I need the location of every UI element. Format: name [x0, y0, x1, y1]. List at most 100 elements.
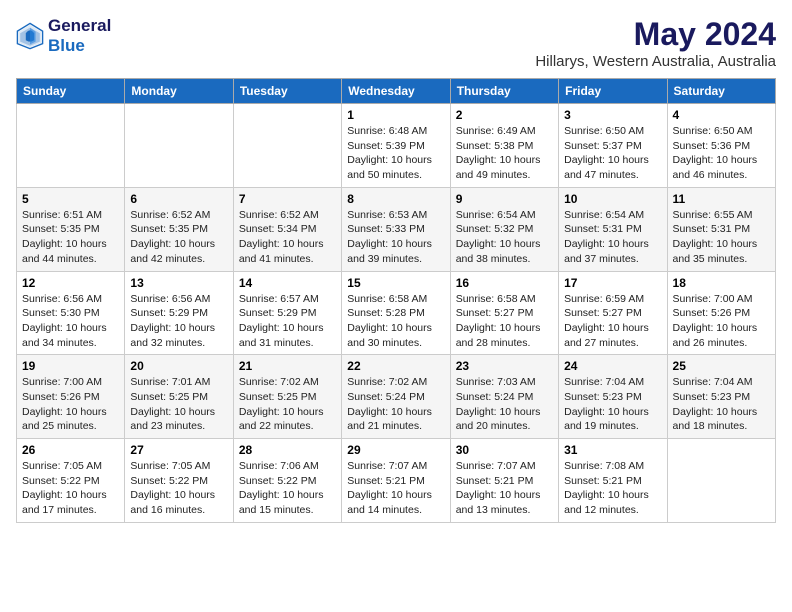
- day-info: Sunrise: 7:02 AM Sunset: 5:24 PM Dayligh…: [347, 375, 444, 434]
- calendar-cell: 23 Sunrise: 7:03 AM Sunset: 5:24 PM Dayli…: [450, 355, 558, 439]
- day-info: Sunrise: 6:55 AM Sunset: 5:31 PM Dayligh…: [673, 208, 770, 267]
- calendar-cell: 24 Sunrise: 7:04 AM Sunset: 5:23 PM Dayli…: [559, 355, 667, 439]
- title-block: May 2024 Hillarys, Western Australia, Au…: [535, 16, 776, 70]
- day-number: 25: [673, 359, 770, 373]
- day-info: Sunrise: 6:50 AM Sunset: 5:36 PM Dayligh…: [673, 124, 770, 183]
- day-number: 14: [239, 276, 336, 290]
- calendar-cell: 15 Sunrise: 6:58 AM Sunset: 5:28 PM Dayli…: [342, 271, 450, 355]
- calendar-cell: 26Sunrise: 7:05 AM Sunset: 5:22 PM Dayli…: [17, 439, 125, 523]
- calendar-cell: 29 Sunrise: 7:07 AM Sunset: 5:21 PM Dayli…: [342, 439, 450, 523]
- calendar-cell: 3Sunrise: 6:50 AM Sunset: 5:37 PM Daylig…: [559, 104, 667, 188]
- location-title: Hillarys, Western Australia, Australia: [535, 53, 776, 70]
- calendar-cell: [667, 439, 775, 523]
- weekday-header: Thursday: [450, 79, 558, 104]
- day-number: 20: [130, 359, 227, 373]
- day-number: 22: [347, 359, 444, 373]
- calendar-cell: 7Sunrise: 6:52 AM Sunset: 5:34 PM Daylig…: [233, 187, 341, 271]
- day-number: 4: [673, 108, 770, 122]
- day-info: Sunrise: 6:49 AM Sunset: 5:38 PM Dayligh…: [456, 124, 553, 183]
- calendar-cell: 20 Sunrise: 7:01 AM Sunset: 5:25 PM Dayli…: [125, 355, 233, 439]
- calendar-cell: 19 Sunrise: 7:00 AM Sunset: 5:26 PM Dayli…: [17, 355, 125, 439]
- day-number: 19: [22, 359, 119, 373]
- weekday-header: Wednesday: [342, 79, 450, 104]
- calendar-cell: 16 Sunrise: 6:58 AM Sunset: 5:27 PM Dayli…: [450, 271, 558, 355]
- weekday-header: Sunday: [17, 79, 125, 104]
- day-info: Sunrise: 6:51 AM Sunset: 5:35 PM Dayligh…: [22, 208, 119, 267]
- calendar-week-row: 12 Sunrise: 6:56 AM Sunset: 5:30 PM Dayli…: [17, 271, 776, 355]
- day-number: 15: [347, 276, 444, 290]
- day-number: 9: [456, 192, 553, 206]
- day-number: 30: [456, 443, 553, 457]
- calendar-cell: 25 Sunrise: 7:04 AM Sunset: 5:23 PM Dayli…: [667, 355, 775, 439]
- day-info: Sunrise: 6:54 AM Sunset: 5:31 PM Dayligh…: [564, 208, 661, 267]
- day-info: Sunrise: 6:48 AM Sunset: 5:39 PM Dayligh…: [347, 124, 444, 183]
- day-info: Sunrise: 6:58 AM Sunset: 5:28 PM Dayligh…: [347, 292, 444, 351]
- day-number: 21: [239, 359, 336, 373]
- calendar-cell: 9Sunrise: 6:54 AM Sunset: 5:32 PM Daylig…: [450, 187, 558, 271]
- day-number: 28: [239, 443, 336, 457]
- calendar-week-row: 26Sunrise: 7:05 AM Sunset: 5:22 PM Dayli…: [17, 439, 776, 523]
- weekday-header: Monday: [125, 79, 233, 104]
- calendar-week-row: 19 Sunrise: 7:00 AM Sunset: 5:26 PM Dayli…: [17, 355, 776, 439]
- day-number: 11: [673, 192, 770, 206]
- day-info: Sunrise: 7:00 AM Sunset: 5:26 PM Dayligh…: [673, 292, 770, 351]
- day-info: Sunrise: 7:05 AM Sunset: 5:22 PM Dayligh…: [130, 459, 227, 518]
- calendar-cell: 30 Sunrise: 7:07 AM Sunset: 5:21 PM Dayli…: [450, 439, 558, 523]
- calendar-cell: 2 Sunrise: 6:49 AM Sunset: 5:38 PM Daylig…: [450, 104, 558, 188]
- calendar-cell: 14 Sunrise: 6:57 AM Sunset: 5:29 PM Dayli…: [233, 271, 341, 355]
- day-info: Sunrise: 6:52 AM Sunset: 5:34 PM Dayligh…: [239, 208, 336, 267]
- calendar-cell: 10Sunrise: 6:54 AM Sunset: 5:31 PM Dayli…: [559, 187, 667, 271]
- day-number: 23: [456, 359, 553, 373]
- day-info: Sunrise: 7:04 AM Sunset: 5:23 PM Dayligh…: [673, 375, 770, 434]
- calendar-cell: 8Sunrise: 6:53 AM Sunset: 5:33 PM Daylig…: [342, 187, 450, 271]
- day-info: Sunrise: 7:08 AM Sunset: 5:21 PM Dayligh…: [564, 459, 661, 518]
- day-info: Sunrise: 6:56 AM Sunset: 5:29 PM Dayligh…: [130, 292, 227, 351]
- day-number: 1: [347, 108, 444, 122]
- day-number: 24: [564, 359, 661, 373]
- day-info: Sunrise: 6:52 AM Sunset: 5:35 PM Dayligh…: [130, 208, 227, 267]
- day-number: 29: [347, 443, 444, 457]
- calendar-week-row: 1 Sunrise: 6:48 AM Sunset: 5:39 PM Daylig…: [17, 104, 776, 188]
- day-info: Sunrise: 7:06 AM Sunset: 5:22 PM Dayligh…: [239, 459, 336, 518]
- day-info: Sunrise: 7:05 AM Sunset: 5:22 PM Dayligh…: [22, 459, 119, 518]
- calendar-week-row: 5 Sunrise: 6:51 AM Sunset: 5:35 PM Daylig…: [17, 187, 776, 271]
- day-info: Sunrise: 6:57 AM Sunset: 5:29 PM Dayligh…: [239, 292, 336, 351]
- day-info: Sunrise: 6:58 AM Sunset: 5:27 PM Dayligh…: [456, 292, 553, 351]
- day-number: 16: [456, 276, 553, 290]
- calendar-cell: 5 Sunrise: 6:51 AM Sunset: 5:35 PM Daylig…: [17, 187, 125, 271]
- day-number: 6: [130, 192, 227, 206]
- day-number: 27: [130, 443, 227, 457]
- weekday-header: Tuesday: [233, 79, 341, 104]
- day-number: 2: [456, 108, 553, 122]
- day-number: 5: [22, 192, 119, 206]
- day-number: 17: [564, 276, 661, 290]
- logo-text: General Blue: [48, 16, 111, 56]
- logo: General Blue: [16, 16, 111, 56]
- day-number: 12: [22, 276, 119, 290]
- weekday-header: Saturday: [667, 79, 775, 104]
- calendar-cell: 4 Sunrise: 6:50 AM Sunset: 5:36 PM Daylig…: [667, 104, 775, 188]
- calendar-cell: 22 Sunrise: 7:02 AM Sunset: 5:24 PM Dayli…: [342, 355, 450, 439]
- day-number: 18: [673, 276, 770, 290]
- page-header: General Blue May 2024 Hillarys, Western …: [16, 16, 776, 70]
- day-info: Sunrise: 6:56 AM Sunset: 5:30 PM Dayligh…: [22, 292, 119, 351]
- day-info: Sunrise: 7:03 AM Sunset: 5:24 PM Dayligh…: [456, 375, 553, 434]
- calendar-cell: 13Sunrise: 6:56 AM Sunset: 5:29 PM Dayli…: [125, 271, 233, 355]
- calendar-header-row: SundayMondayTuesdayWednesdayThursdayFrid…: [17, 79, 776, 104]
- calendar-cell: 1 Sunrise: 6:48 AM Sunset: 5:39 PM Daylig…: [342, 104, 450, 188]
- logo-icon: [16, 22, 44, 50]
- day-number: 8: [347, 192, 444, 206]
- day-info: Sunrise: 7:07 AM Sunset: 5:21 PM Dayligh…: [347, 459, 444, 518]
- day-info: Sunrise: 7:04 AM Sunset: 5:23 PM Dayligh…: [564, 375, 661, 434]
- day-info: Sunrise: 7:01 AM Sunset: 5:25 PM Dayligh…: [130, 375, 227, 434]
- day-info: Sunrise: 7:07 AM Sunset: 5:21 PM Dayligh…: [456, 459, 553, 518]
- day-info: Sunrise: 7:00 AM Sunset: 5:26 PM Dayligh…: [22, 375, 119, 434]
- day-info: Sunrise: 6:59 AM Sunset: 5:27 PM Dayligh…: [564, 292, 661, 351]
- calendar-cell: [233, 104, 341, 188]
- day-number: 31: [564, 443, 661, 457]
- day-number: 3: [564, 108, 661, 122]
- calendar-cell: [125, 104, 233, 188]
- calendar-cell: 18 Sunrise: 7:00 AM Sunset: 5:26 PM Dayli…: [667, 271, 775, 355]
- day-info: Sunrise: 7:02 AM Sunset: 5:25 PM Dayligh…: [239, 375, 336, 434]
- calendar-cell: 31 Sunrise: 7:08 AM Sunset: 5:21 PM Dayli…: [559, 439, 667, 523]
